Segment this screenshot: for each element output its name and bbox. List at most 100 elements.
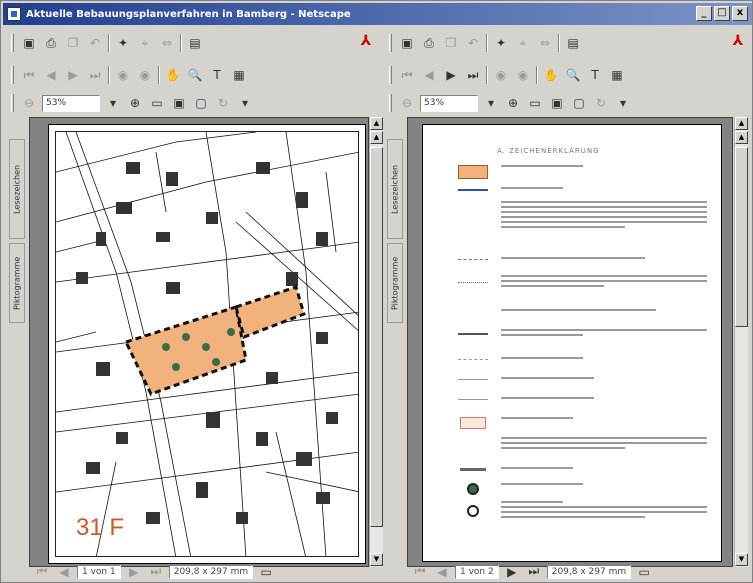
save-icon[interactable]: ▣: [398, 34, 416, 52]
page-icon[interactable]: ▤: [564, 34, 582, 52]
tab-bookmarks[interactable]: Lesezeichen: [387, 139, 403, 239]
minimize-button[interactable]: _: [696, 6, 712, 21]
last-page-icon[interactable]: ⏭: [86, 66, 104, 84]
tab-thumbnails[interactable]: Piktogramme: [9, 243, 25, 323]
toolbar-grip[interactable]: [11, 66, 14, 84]
maximize-button[interactable]: □: [714, 6, 730, 21]
prev-page-icon[interactable]: ◀: [433, 563, 451, 581]
toolbar-grip[interactable]: [389, 94, 392, 112]
print-icon[interactable]: ⎙: [420, 34, 438, 52]
page-number-field[interactable]: 1 von 2: [455, 564, 499, 579]
first-page-icon[interactable]: ⏮: [398, 66, 416, 84]
next-page-icon[interactable]: ▶: [503, 563, 521, 581]
adobe-icon[interactable]: ⅄: [729, 33, 747, 51]
cadastral-map: 31 F: [55, 131, 359, 557]
legend-symbol: [455, 309, 491, 314]
zoom-dropdown-icon[interactable]: ▾: [104, 94, 122, 112]
adobe-icon[interactable]: ⅄: [357, 33, 375, 51]
find-icon[interactable]: ✦: [492, 34, 510, 52]
undo-icon[interactable]: ↶: [464, 34, 482, 52]
last-page-icon[interactable]: ⏭: [464, 66, 482, 84]
scroll-up-button[interactable]: ▲: [735, 117, 748, 130]
legend-symbol: [455, 329, 491, 339]
text-select-icon[interactable]: T: [208, 66, 226, 84]
print-icon[interactable]: ⎙: [42, 34, 60, 52]
tab-thumbnails[interactable]: Piktogramme: [387, 243, 403, 323]
more-icon[interactable]: ▾: [236, 94, 254, 112]
next-page-icon[interactable]: ▶: [442, 66, 460, 84]
actual-size-icon[interactable]: ⊕: [504, 94, 522, 112]
zoom-out-icon[interactable]: ⊖: [398, 94, 416, 112]
graphics-select-icon[interactable]: ▦: [230, 66, 248, 84]
forward-icon[interactable]: ◉: [514, 66, 532, 84]
fit-width-icon[interactable]: ▣: [548, 94, 566, 112]
text-select-icon[interactable]: T: [586, 66, 604, 84]
fit-width-icon[interactable]: ▣: [170, 94, 188, 112]
prev-page-icon[interactable]: ◀: [42, 66, 60, 84]
back-icon[interactable]: ◉: [114, 66, 132, 84]
zoom-icon[interactable]: 🔍: [186, 66, 204, 84]
document-viewport[interactable]: 31 F: [29, 117, 369, 567]
find-icon[interactable]: ✦: [114, 34, 132, 52]
page-icon[interactable]: ▤: [186, 34, 204, 52]
next-page-icon[interactable]: ▶: [125, 563, 143, 581]
fit-visible-icon[interactable]: ▢: [570, 94, 588, 112]
fit-page-icon[interactable]: ▭: [148, 94, 166, 112]
next-page-icon[interactable]: ▶: [64, 66, 82, 84]
first-page-icon[interactable]: ⏮: [20, 66, 38, 84]
more-icon[interactable]: ▾: [614, 94, 632, 112]
fit-visible-icon[interactable]: ▢: [192, 94, 210, 112]
fit-page-icon[interactable]: ▭: [526, 94, 544, 112]
actual-size-icon[interactable]: ⊕: [126, 94, 144, 112]
copy-icon[interactable]: ❐: [442, 34, 460, 52]
undo-icon[interactable]: ↶: [86, 34, 104, 52]
select-icon[interactable]: ⌖: [136, 34, 154, 52]
toolbar-grip[interactable]: [389, 66, 392, 84]
rotate-icon[interactable]: ↻: [214, 94, 232, 112]
layout-icon[interactable]: ▭: [635, 563, 653, 581]
page-number-field[interactable]: 1 von 1: [77, 564, 121, 579]
zoom-field[interactable]: 53%: [420, 94, 478, 112]
vertical-scrollbar[interactable]: ▲ ▲ ▼: [734, 117, 748, 567]
last-page-icon[interactable]: ⏭: [147, 563, 165, 581]
prev-page-icon[interactable]: ◀: [420, 66, 438, 84]
scroll-up-alt-button[interactable]: ▲: [735, 131, 748, 144]
close-button[interactable]: x: [732, 6, 748, 21]
scroll-thumb[interactable]: [735, 147, 748, 327]
zoom-dropdown-icon[interactable]: ▾: [482, 94, 500, 112]
zoom-out-icon[interactable]: ⊖: [20, 94, 38, 112]
scroll-up-button[interactable]: ▲: [370, 117, 383, 130]
toolbar-grip[interactable]: [389, 34, 392, 52]
tab-bookmarks[interactable]: Lesezeichen: [9, 139, 25, 239]
first-page-icon[interactable]: ⏮: [33, 563, 51, 581]
toolbar-grip[interactable]: [11, 34, 14, 52]
zoom-icon[interactable]: 🔍: [564, 66, 582, 84]
legend-text: [501, 377, 707, 382]
hand-icon[interactable]: ✋: [164, 66, 182, 84]
scroll-up-alt-button[interactable]: ▲: [370, 131, 383, 144]
save-icon[interactable]: ▣: [20, 34, 38, 52]
toolbar-grip[interactable]: [11, 94, 14, 112]
page-icon[interactable]: ⇔: [536, 34, 554, 52]
first-page-icon[interactable]: ⏮: [411, 563, 429, 581]
copy-icon[interactable]: ❐: [64, 34, 82, 52]
status-bar: ⏮ ◀ 1 von 2 ▶ ⏭ 209,8 x 297 mm ▭: [411, 563, 653, 580]
zoom-field[interactable]: 53%: [42, 94, 100, 112]
rotate-icon[interactable]: ↻: [592, 94, 610, 112]
document-viewport[interactable]: A. ZEICHENERKLÄRUNG: [407, 117, 733, 567]
graphics-select-icon[interactable]: ▦: [608, 66, 626, 84]
select-icon[interactable]: ⌖: [514, 34, 532, 52]
page-icon[interactable]: ⇔: [158, 34, 176, 52]
scroll-thumb[interactable]: [370, 147, 383, 527]
scroll-down-button[interactable]: ▼: [735, 553, 748, 566]
vertical-scrollbar[interactable]: ▲ ▲ ▼: [369, 117, 383, 567]
last-page-icon[interactable]: ⏭: [525, 563, 543, 581]
scroll-down-button[interactable]: ▼: [370, 553, 383, 566]
legend-symbol: [455, 501, 491, 521]
hand-icon[interactable]: ✋: [542, 66, 560, 84]
toolbar-separator: [108, 66, 110, 84]
back-icon[interactable]: ◉: [492, 66, 510, 84]
forward-icon[interactable]: ◉: [136, 66, 154, 84]
prev-page-icon[interactable]: ◀: [55, 563, 73, 581]
layout-icon[interactable]: ▭: [257, 563, 275, 581]
